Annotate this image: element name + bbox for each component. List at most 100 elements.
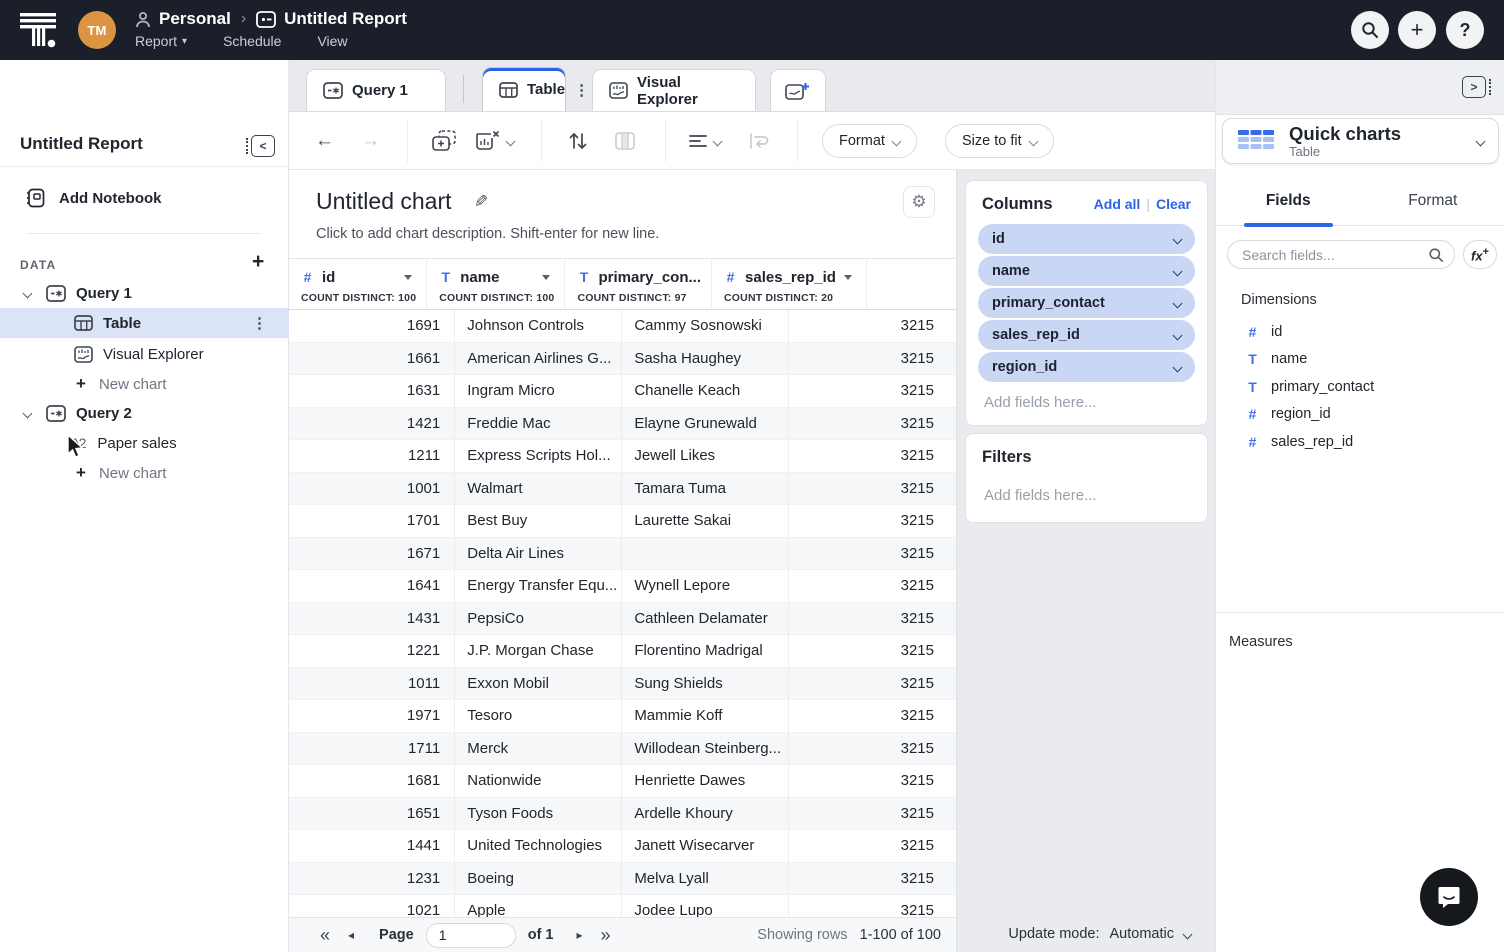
- table-cell-primary-contact[interactable]: Laurette Sakai: [622, 505, 789, 538]
- column-settings-button[interactable]: [615, 129, 635, 153]
- table-cell-id[interactable]: 1421: [289, 408, 455, 441]
- kebab-menu-icon[interactable]: ⋮: [574, 81, 589, 99]
- new-chart-tab-button[interactable]: [770, 69, 826, 111]
- column-pill[interactable]: sales_rep_id: [978, 320, 1195, 350]
- menu-view[interactable]: View: [317, 33, 347, 49]
- edit-pencil-icon[interactable]: ✎: [474, 192, 488, 212]
- table-cell-id[interactable]: 1641: [289, 570, 455, 603]
- table-cell-name[interactable]: Nationwide: [455, 765, 622, 798]
- sidebar-item-paper-sales[interactable]: ^2 Paper sales: [0, 428, 289, 458]
- menu-report[interactable]: Report▾: [135, 33, 187, 49]
- caret-down-icon[interactable]: [404, 275, 412, 280]
- table-cell-primary-contact[interactable]: Ardelle Khoury: [622, 798, 789, 831]
- table-cell-name[interactable]: Express Scripts Hol...: [455, 440, 622, 473]
- prev-page-button[interactable]: ◂: [339, 928, 363, 942]
- app-logo-icon[interactable]: [18, 10, 58, 50]
- chevron-down-icon[interactable]: [1173, 330, 1183, 340]
- table-cell-name[interactable]: PepsiCo: [455, 603, 622, 636]
- tab-query1[interactable]: Query 1: [306, 69, 446, 111]
- last-page-button[interactable]: »: [592, 925, 620, 946]
- caret-down-icon[interactable]: [542, 275, 550, 280]
- columns-add-fields-placeholder[interactable]: Add fields here...: [978, 384, 1195, 413]
- table-cell-sales-rep-id[interactable]: 3215: [789, 798, 957, 831]
- add-all-link[interactable]: Add all: [1094, 196, 1141, 212]
- table-cell-id[interactable]: 1211: [289, 440, 455, 473]
- alignment-button[interactable]: [689, 129, 721, 153]
- duplicate-chart-button[interactable]: [431, 129, 457, 153]
- column-pill[interactable]: primary_contact: [978, 288, 1195, 318]
- collapse-sidebar-button[interactable]: <: [246, 134, 278, 158]
- table-cell-id[interactable]: 1001: [289, 473, 455, 506]
- table-cell-primary-contact[interactable]: [622, 538, 789, 571]
- column-header[interactable]: T name COUNT DISTINCT: 100: [427, 259, 565, 309]
- dimension-item[interactable]: # id: [1246, 318, 1486, 346]
- table-cell-sales-rep-id[interactable]: 3215: [789, 570, 957, 603]
- table-cell-sales-rep-id[interactable]: 3215: [789, 635, 957, 668]
- column-header[interactable]: # sales_rep_id COUNT DISTINCT: 20: [712, 259, 867, 309]
- table-cell-primary-contact[interactable]: Cammy Sosnowski: [622, 310, 789, 343]
- table-cell-primary-contact[interactable]: Elayne Grunewald: [622, 408, 789, 441]
- tab-fields[interactable]: Fields: [1216, 178, 1361, 225]
- table-cell-primary-contact[interactable]: Mammie Koff: [622, 700, 789, 733]
- table-cell-primary-contact[interactable]: Florentino Madrigal: [622, 635, 789, 668]
- size-to-fit-button[interactable]: Size to fit: [945, 124, 1054, 158]
- table-cell-name[interactable]: Energy Transfer Equ...: [455, 570, 622, 603]
- sidebar-item-table[interactable]: Table ⋮: [0, 308, 289, 338]
- format-button[interactable]: Format: [822, 124, 917, 158]
- table-cell-name[interactable]: American Airlines G...: [455, 343, 622, 376]
- table-cell-name[interactable]: Tyson Foods: [455, 798, 622, 831]
- table-cell-name[interactable]: Best Buy: [455, 505, 622, 538]
- table-cell-primary-contact[interactable]: Tamara Tuma: [622, 473, 789, 506]
- collapse-right-panel-button[interactable]: >: [1462, 76, 1491, 98]
- quick-charts-selector[interactable]: Quick charts Table: [1222, 118, 1499, 164]
- table-cell-name[interactable]: J.P. Morgan Chase: [455, 635, 622, 668]
- table-cell-id[interactable]: 1651: [289, 798, 455, 831]
- table-cell-sales-rep-id[interactable]: 3215: [789, 375, 957, 408]
- table-cell-id[interactable]: 1441: [289, 830, 455, 863]
- add-formula-button[interactable]: fx+: [1463, 240, 1497, 269]
- table-cell-id[interactable]: 1011: [289, 668, 455, 701]
- table-cell-name[interactable]: Tesoro: [455, 700, 622, 733]
- table-cell-primary-contact[interactable]: Sasha Haughey: [622, 343, 789, 376]
- caret-down-icon[interactable]: [844, 275, 852, 280]
- table-cell-sales-rep-id[interactable]: 3215: [789, 408, 957, 441]
- dimension-item[interactable]: T name: [1246, 346, 1486, 374]
- sidebar-item-query1[interactable]: Query 1: [0, 278, 289, 308]
- table-cell-sales-rep-id[interactable]: 3215: [789, 343, 957, 376]
- update-mode-control[interactable]: Update mode: Automatic: [1008, 926, 1191, 942]
- sort-button[interactable]: [567, 129, 589, 153]
- table-cell-primary-contact[interactable]: Melva Lyall: [622, 863, 789, 896]
- chart-description-placeholder[interactable]: Click to add chart description. Shift-en…: [316, 226, 659, 242]
- search-button[interactable]: [1351, 11, 1389, 49]
- chart-settings-button[interactable]: ⚙: [903, 186, 935, 218]
- table-cell-sales-rep-id[interactable]: 3215: [789, 505, 957, 538]
- first-page-button[interactable]: «: [311, 925, 339, 946]
- table-cell-name[interactable]: Johnson Controls: [455, 310, 622, 343]
- table-cell-id[interactable]: 1631: [289, 375, 455, 408]
- table-cell-id[interactable]: 1701: [289, 505, 455, 538]
- table-cell-id[interactable]: 1691: [289, 310, 455, 343]
- table-cell-id[interactable]: 1671: [289, 538, 455, 571]
- help-chat-button[interactable]: [1411, 859, 1487, 935]
- table-cell-primary-contact[interactable]: Cathleen Delamater: [622, 603, 789, 636]
- table-cell-name[interactable]: Boeing: [455, 863, 622, 896]
- chevron-down-icon[interactable]: [1173, 266, 1183, 276]
- table-cell-sales-rep-id[interactable]: 3215: [789, 668, 957, 701]
- table-cell-sales-rep-id[interactable]: 3215: [789, 830, 957, 863]
- add-data-button[interactable]: +: [252, 250, 264, 274]
- table-cell-id[interactable]: 1231: [289, 863, 455, 896]
- table-cell-id[interactable]: 1711: [289, 733, 455, 766]
- table-cell-id[interactable]: 1681: [289, 765, 455, 798]
- table-cell-primary-contact[interactable]: Henriette Dawes: [622, 765, 789, 798]
- table-cell-sales-rep-id[interactable]: 3215: [789, 603, 957, 636]
- avatar[interactable]: TM: [78, 11, 116, 49]
- table-cell-sales-rep-id[interactable]: 3215: [789, 473, 957, 506]
- table-cell-name[interactable]: Exxon Mobil: [455, 668, 622, 701]
- column-pill[interactable]: id: [978, 224, 1195, 254]
- table-cell-name[interactable]: Walmart: [455, 473, 622, 506]
- table-cell-sales-rep-id[interactable]: 3215: [789, 440, 957, 473]
- dimension-item[interactable]: # sales_rep_id: [1246, 428, 1486, 456]
- column-header[interactable]: T primary_con... COUNT DISTINCT: 97: [565, 259, 712, 309]
- redo-button[interactable]: →: [361, 129, 380, 153]
- page-input[interactable]: [426, 923, 516, 948]
